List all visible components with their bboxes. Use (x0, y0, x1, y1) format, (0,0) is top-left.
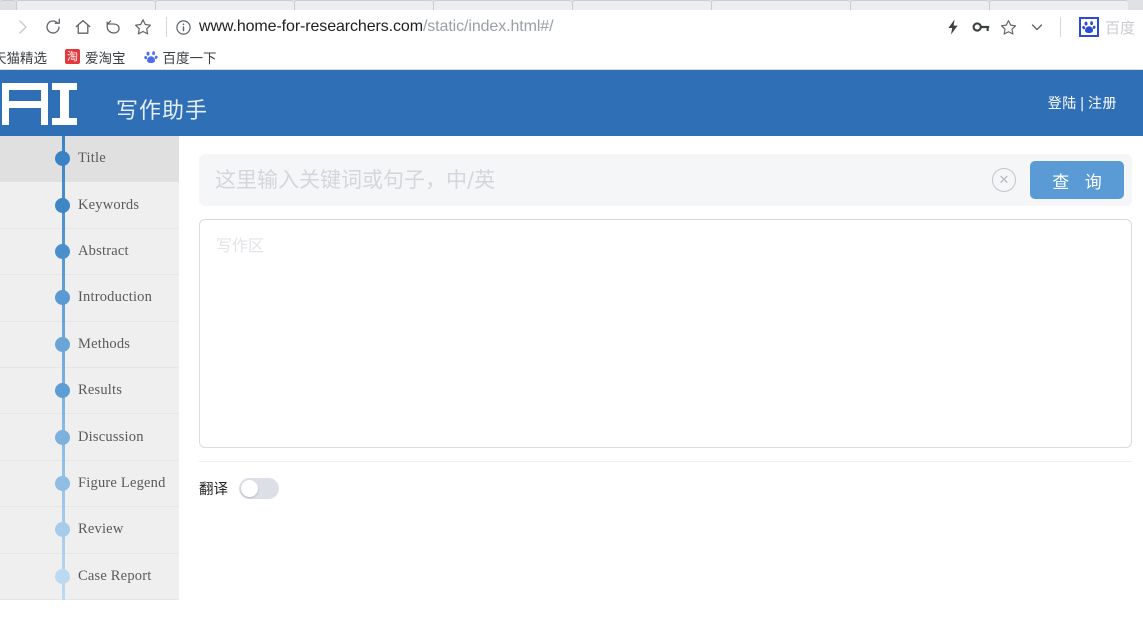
query-button[interactable]: 查 询 (1030, 161, 1124, 199)
sidebar-item-discussion[interactable]: Discussion (0, 414, 179, 461)
site-logo-text: 写作助手 (116, 99, 209, 124)
browser-tab[interactable] (16, 0, 155, 10)
sidebar-item-label: Figure Legend (78, 474, 166, 491)
taobao-icon: 淘 (65, 49, 80, 64)
sidebar-item-label: Introduction (78, 289, 153, 306)
baidu-extension[interactable]: 百度 (1071, 17, 1135, 38)
tab-bar-edge (0, 0, 16, 10)
browser-toolbar: www.home-for-researchers.com/static/inde… (0, 10, 1143, 44)
sidebar-item-case-report[interactable]: Case Report (0, 554, 179, 600)
sidebar-item-review[interactable]: Review (0, 507, 179, 554)
browser-tab[interactable] (433, 0, 572, 10)
toolbar-right-group: 百度 (940, 14, 1135, 40)
browser-chrome: www.home-for-researchers.com/static/inde… (0, 0, 1143, 70)
sidebar-item-introduction[interactable]: Introduction (0, 275, 179, 322)
timeline-dot-icon (55, 197, 70, 213)
sidebar-item-abstract[interactable]: Abstract (0, 229, 179, 276)
toggle-knob (241, 480, 258, 497)
web-page: 写作助手 登陆 | 注册 Title Keywords Abstract Int… (0, 70, 1143, 618)
chevron-down-icon[interactable] (1024, 14, 1050, 40)
forward-arrow-icon[interactable] (8, 12, 38, 42)
browser-tab[interactable] (850, 0, 989, 10)
writing-textarea[interactable] (214, 230, 1121, 441)
tab-strip[interactable] (0, 0, 1143, 10)
bookmark-tmall[interactable]: 天猫精选 (0, 47, 56, 67)
undo-arrow-icon[interactable] (98, 12, 128, 42)
timeline-dot-icon (55, 475, 70, 491)
clear-circle-icon[interactable]: ✕ (992, 168, 1016, 192)
writing-area (199, 219, 1132, 448)
timeline-dot-icon (55, 568, 70, 584)
sidebar-item-label: Review (78, 521, 124, 538)
toolbar-divider (166, 17, 167, 37)
sidebar-item-results[interactable]: Results (0, 368, 179, 415)
home-icon[interactable] (68, 12, 98, 42)
browser-tab-active[interactable] (989, 0, 1128, 10)
bookmark-label: 天猫精选 (0, 50, 47, 66)
sidebar-item-label: Title (78, 150, 106, 167)
lightning-icon[interactable] (940, 14, 966, 40)
register-link[interactable]: 注册 (1088, 96, 1117, 112)
bookmark-label: 百度一下 (162, 50, 217, 66)
translate-toggle[interactable] (239, 478, 279, 499)
baidu-extension-label: 百度 (1104, 19, 1135, 37)
bookmark-label: 爱淘宝 (85, 50, 126, 66)
bookmarks-bar: 天猫精选 淘 爱淘宝 百度一下 (0, 44, 1143, 70)
timeline-dot-icon (55, 290, 70, 306)
toolbar-divider (1059, 17, 1061, 37)
sidebar-item-label: Keywords (78, 196, 140, 213)
browser-tab[interactable] (294, 0, 433, 10)
sidebar-item-label: Results (78, 382, 123, 399)
sidebar-item-figure-legend[interactable]: Figure Legend (0, 461, 179, 508)
search-input[interactable] (215, 168, 992, 192)
translate-label: 翻译 (199, 482, 228, 498)
site-header: 写作助手 登陆 | 注册 (0, 70, 1143, 136)
main-content: ✕ 查 询 翻译 (179, 136, 1143, 618)
reload-icon[interactable] (38, 12, 68, 42)
section-sidebar: Title Keywords Abstract Introduction Met… (0, 136, 179, 600)
sidebar-item-title[interactable]: Title (0, 136, 179, 183)
bookmark-baidu[interactable]: 百度一下 (135, 47, 226, 67)
sidebar-item-keywords[interactable]: Keywords (0, 182, 179, 229)
page-body: Title Keywords Abstract Introduction Met… (0, 136, 1143, 618)
timeline-dot-icon (55, 429, 70, 445)
url-text: www.home-for-researchers.com/static/inde… (199, 18, 554, 36)
browser-tab[interactable] (572, 0, 711, 10)
baidu-paw-icon[interactable] (1078, 17, 1099, 37)
search-bar: ✕ 查 询 (199, 154, 1132, 206)
section-divider (199, 461, 1132, 462)
timeline-dot-icon (55, 151, 70, 167)
timeline-dot-icon (55, 522, 70, 538)
sidebar-item-methods[interactable]: Methods (0, 322, 179, 368)
sidebar-item-label: Abstract (78, 242, 129, 259)
sidebar-item-label: Methods (78, 335, 131, 352)
auth-links: 登陆 | 注册 (1048, 93, 1117, 113)
auth-separator: | (1079, 96, 1085, 112)
ai-logo-icon (2, 83, 77, 125)
key-icon[interactable] (968, 14, 994, 40)
site-logo[interactable]: 写作助手 (0, 77, 208, 129)
sidebar-item-label: Case Report (78, 567, 152, 584)
info-circle-icon[interactable] (175, 19, 192, 36)
url-domain: www.home-for-researchers.com (199, 18, 423, 35)
star-icon[interactable] (128, 12, 158, 42)
bookmark-taobao[interactable]: 淘 爱淘宝 (56, 47, 135, 67)
browser-tab[interactable] (155, 0, 294, 10)
url-path: /static/index.html#/ (422, 18, 554, 35)
address-bar[interactable]: www.home-for-researchers.com/static/inde… (175, 13, 940, 41)
timeline-dot-icon (55, 336, 70, 352)
timeline-dot-icon (55, 243, 70, 259)
baidu-paw-icon (143, 50, 158, 64)
star-outline-icon[interactable] (996, 14, 1022, 40)
sidebar-item-label: Discussion (78, 428, 144, 445)
login-link[interactable]: 登陆 (1048, 96, 1077, 112)
translate-row: 翻译 (199, 478, 1133, 499)
browser-tab[interactable] (711, 0, 850, 10)
timeline-dot-icon (55, 383, 70, 399)
